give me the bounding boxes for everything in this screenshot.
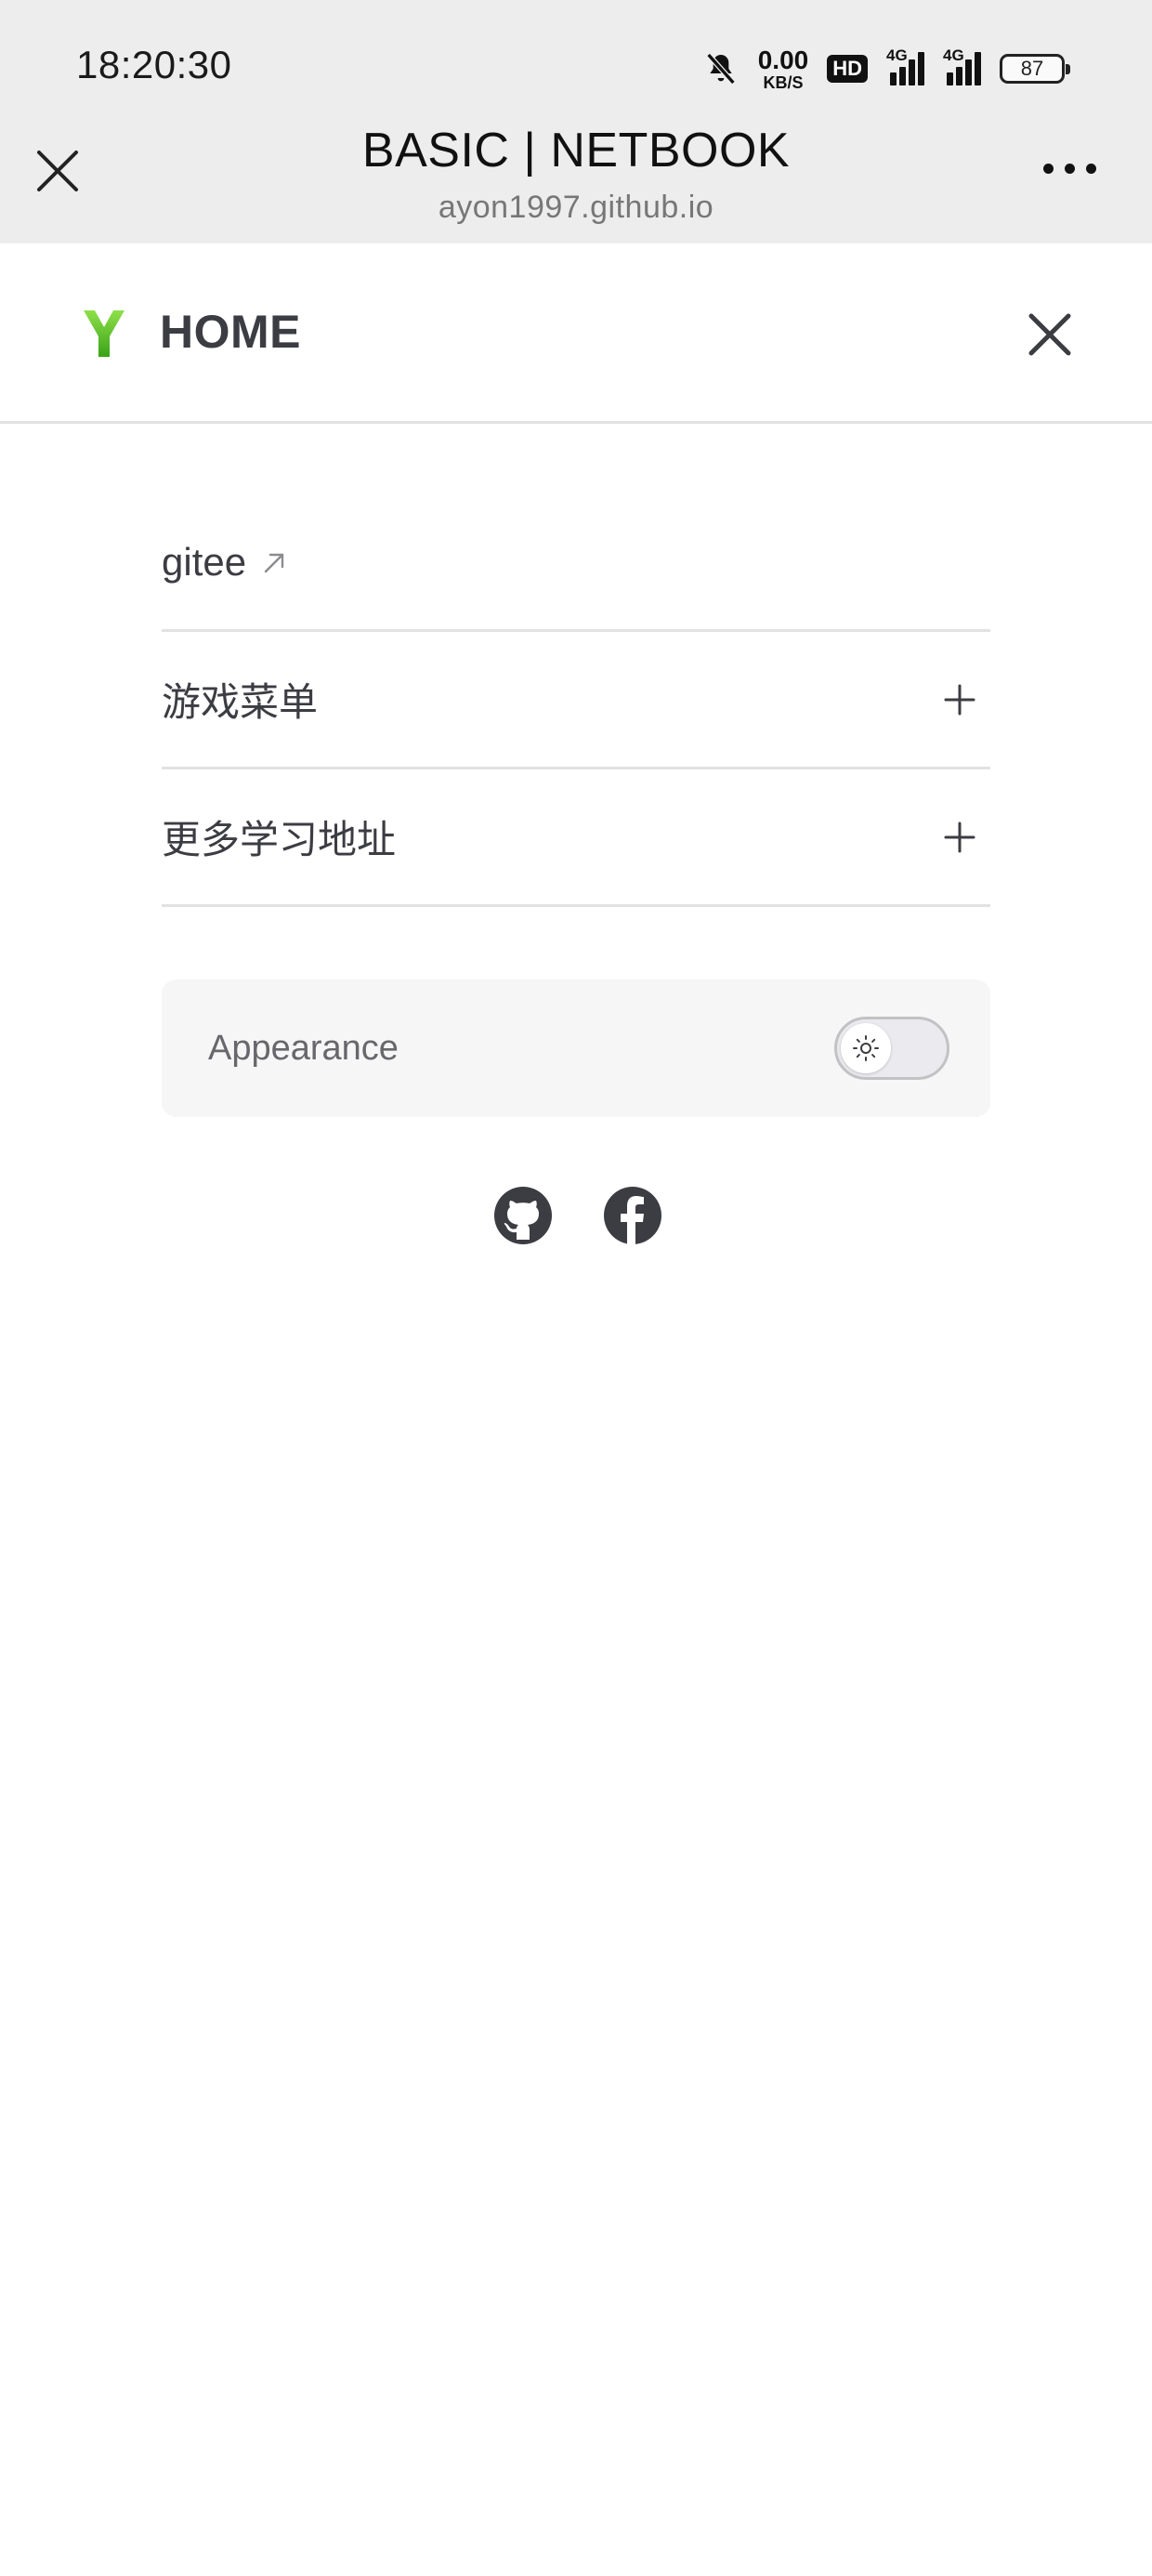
browser-page-title: BASIC | NETBOOK <box>361 124 791 177</box>
net-speed-value: 0.00 <box>757 45 809 74</box>
appearance-toggle[interactable] <box>834 1017 949 1080</box>
social-links <box>0 1186 1152 1245</box>
signal-2-label: 4G <box>943 46 964 64</box>
github-icon[interactable] <box>493 1186 553 1245</box>
net-speed: 0.00 KB/S <box>757 45 809 92</box>
appearance-label: Appearance <box>208 1028 399 1068</box>
toggle-knob <box>841 1023 891 1073</box>
signal-icon-2: 4G <box>943 46 981 85</box>
close-menu-icon[interactable] <box>1022 307 1078 362</box>
menu-item-gitee[interactable]: gitee <box>162 494 990 632</box>
browser-chrome: 18:20:30 0.00 KB/S HD 4G 4G 87 BASIC | N… <box>0 0 1152 243</box>
menu-item-label: 游戏菜单 <box>162 680 319 724</box>
signal-icon-1: 4G <box>886 46 924 85</box>
status-time: 18:20:30 <box>76 43 232 86</box>
plus-icon[interactable] <box>944 821 975 853</box>
menu-item-game-menu[interactable]: 游戏菜单 <box>162 632 990 769</box>
nav-header: HOME <box>0 243 1152 424</box>
menu-item-label: gitee <box>162 539 247 584</box>
external-link-icon <box>264 553 284 572</box>
facebook-icon[interactable] <box>603 1186 662 1245</box>
status-icons: 0.00 KB/S HD 4G 4G 87 <box>702 41 1070 97</box>
sun-icon <box>853 1035 879 1061</box>
battery-icon: 87 <box>1000 54 1070 84</box>
menu-item-more-learning[interactable]: 更多学习地址 <box>162 769 990 907</box>
hd-badge: HD <box>827 55 868 83</box>
more-options-icon[interactable] <box>1043 164 1096 174</box>
mute-bell-icon <box>706 53 736 85</box>
nav-menu: gitee 游戏菜单 更多学习地址 <box>162 494 990 907</box>
menu-item-label: 更多学习地址 <box>162 818 397 861</box>
plus-icon[interactable] <box>944 684 975 716</box>
home-title[interactable]: HOME <box>160 305 301 359</box>
battery-level: 87 <box>1020 57 1044 80</box>
logo-icon[interactable] <box>82 309 126 359</box>
appearance-panel: Appearance <box>162 979 990 1117</box>
browser-url: ayon1997.github.io <box>438 190 714 225</box>
net-speed-unit: KB/S <box>763 72 804 92</box>
signal-1-label: 4G <box>886 46 908 64</box>
